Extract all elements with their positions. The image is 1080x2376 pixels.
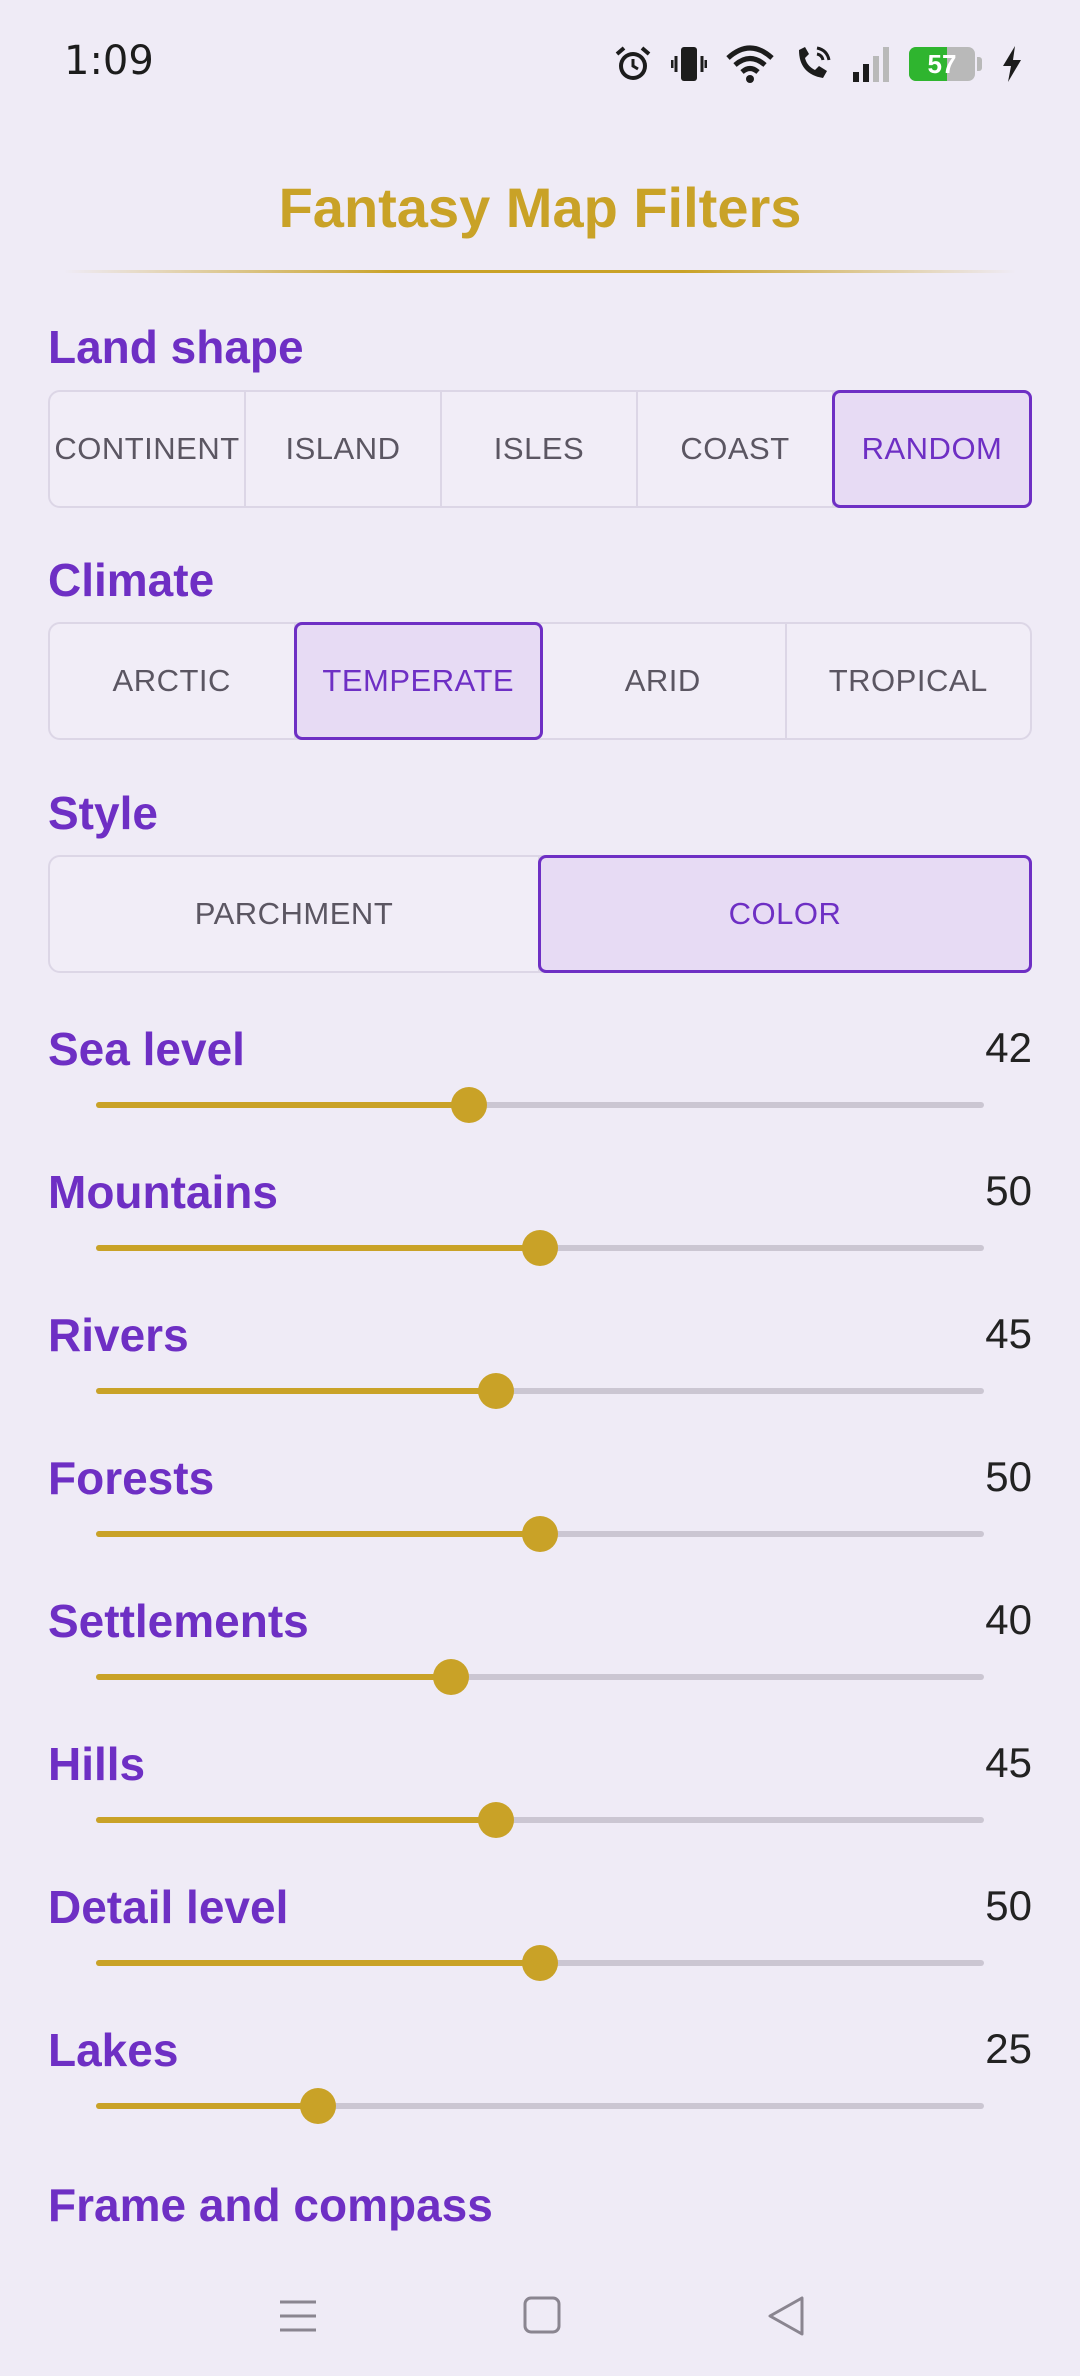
slider-detail-level: Detail level 50 xyxy=(48,1880,1032,2010)
signal-icon xyxy=(853,47,889,82)
page-title: Fantasy Map Filters xyxy=(278,176,802,239)
land-shape-option-continent[interactable]: CONTINENT xyxy=(50,392,246,506)
slider-fill xyxy=(96,1817,496,1823)
wifi-call-icon xyxy=(799,46,831,78)
slider-track[interactable] xyxy=(96,1516,984,1552)
slider-label: Sea level xyxy=(48,1023,245,1075)
slider-lakes: Lakes 25 xyxy=(48,2023,1032,2153)
title-divider xyxy=(64,270,1016,273)
slider-value: 42 xyxy=(985,1024,1032,1071)
slider-track[interactable] xyxy=(96,1659,984,1695)
slider-value: 45 xyxy=(985,1310,1032,1357)
status-time: 1:09 xyxy=(64,38,154,84)
battery-nub xyxy=(977,57,982,71)
charging-icon xyxy=(1003,46,1021,82)
style-option-color[interactable]: COLOR xyxy=(538,855,1032,973)
slider-label: Mountains xyxy=(48,1166,278,1218)
slider-track[interactable] xyxy=(96,1230,984,1266)
slider-track[interactable] xyxy=(96,2088,984,2124)
battery-icon: 57 xyxy=(909,47,975,81)
style-label: Style xyxy=(48,787,158,839)
slider-track[interactable] xyxy=(96,1945,984,1981)
land-shape-option-random[interactable]: RANDOM xyxy=(832,390,1032,508)
menu-icon[interactable] xyxy=(278,2290,318,2342)
slider-value: 50 xyxy=(985,1167,1032,1214)
climate-label: Climate xyxy=(48,554,215,606)
slider-fill xyxy=(96,1245,540,1251)
status-bar: 1:09 57 xyxy=(0,0,1080,120)
frame-compass-label: Frame and compass xyxy=(48,2179,493,2231)
slider-fill xyxy=(96,1102,469,1108)
slider-thumb[interactable] xyxy=(450,1087,487,1123)
slider-label: Rivers xyxy=(48,1309,189,1361)
slider-thumb[interactable] xyxy=(477,1802,514,1838)
land-shape-selector: CONTINENT ISLAND ISLES COAST RANDOM xyxy=(48,390,1032,508)
slider-track[interactable] xyxy=(96,1087,984,1123)
slider-fill xyxy=(96,1960,540,1966)
slider-forests: Forests 50 xyxy=(48,1451,1032,1581)
slider-fill xyxy=(96,1531,540,1537)
climate-option-arctic[interactable]: ARCTIC xyxy=(50,624,296,738)
home-icon[interactable] xyxy=(522,2290,562,2342)
style-option-parchment[interactable]: PARCHMENT xyxy=(50,857,540,971)
slider-thumb[interactable] xyxy=(522,1230,558,1266)
slider-label: Detail level xyxy=(48,1881,289,1933)
slider-value: 25 xyxy=(985,2025,1032,2072)
slider-settlements: Settlements 40 xyxy=(48,1594,1032,1724)
slider-fill xyxy=(96,2103,318,2109)
slider-value: 50 xyxy=(985,1882,1032,1929)
vibrate-icon xyxy=(671,47,707,81)
slider-label: Hills xyxy=(48,1738,146,1790)
battery-percentage: 57 xyxy=(927,48,957,79)
slider-track[interactable] xyxy=(96,1373,984,1409)
slider-fill xyxy=(96,1388,496,1394)
slider-value: 45 xyxy=(985,1739,1032,1786)
land-shape-option-island[interactable]: ISLAND xyxy=(246,392,442,506)
slider-rivers: Rivers 45 xyxy=(48,1308,1032,1438)
land-shape-option-isles[interactable]: ISLES xyxy=(442,392,638,506)
slider-track[interactable] xyxy=(96,1802,984,1838)
back-icon[interactable] xyxy=(766,2290,806,2342)
land-shape-label: Land shape xyxy=(48,321,304,373)
style-selector: PARCHMENT COLOR xyxy=(48,855,1032,973)
slider-value: 50 xyxy=(985,1453,1032,1500)
wifi-icon xyxy=(726,45,774,83)
slider-sea-level: Sea level 42 xyxy=(48,1022,1032,1152)
slider-label: Forests xyxy=(48,1452,215,1504)
climate-option-temperate[interactable]: TEMPERATE xyxy=(293,622,543,740)
slider-thumb[interactable] xyxy=(300,2088,336,2124)
slider-thumb[interactable] xyxy=(433,1659,470,1695)
slider-value: 40 xyxy=(985,1596,1032,1643)
status-icons: 57 xyxy=(613,40,1024,88)
slider-mountains: Mountains 50 xyxy=(48,1165,1032,1295)
slider-label: Lakes xyxy=(48,2024,179,2076)
slider-hills: Hills 45 xyxy=(48,1737,1032,1867)
slider-fill xyxy=(96,1674,452,1680)
slider-thumb[interactable] xyxy=(477,1373,514,1409)
alarm-icon xyxy=(615,46,651,80)
land-shape-option-coast[interactable]: COAST xyxy=(638,392,834,506)
climate-option-arid[interactable]: ARID xyxy=(541,624,787,738)
slider-label: Settlements xyxy=(48,1595,309,1647)
navigation-bar xyxy=(0,2260,1080,2376)
climate-selector: ARCTIC TEMPERATE ARID TROPICAL xyxy=(48,622,1032,740)
slider-thumb[interactable] xyxy=(522,1945,558,1981)
slider-thumb[interactable] xyxy=(522,1516,558,1552)
climate-option-tropical[interactable]: TROPICAL xyxy=(787,624,1031,738)
